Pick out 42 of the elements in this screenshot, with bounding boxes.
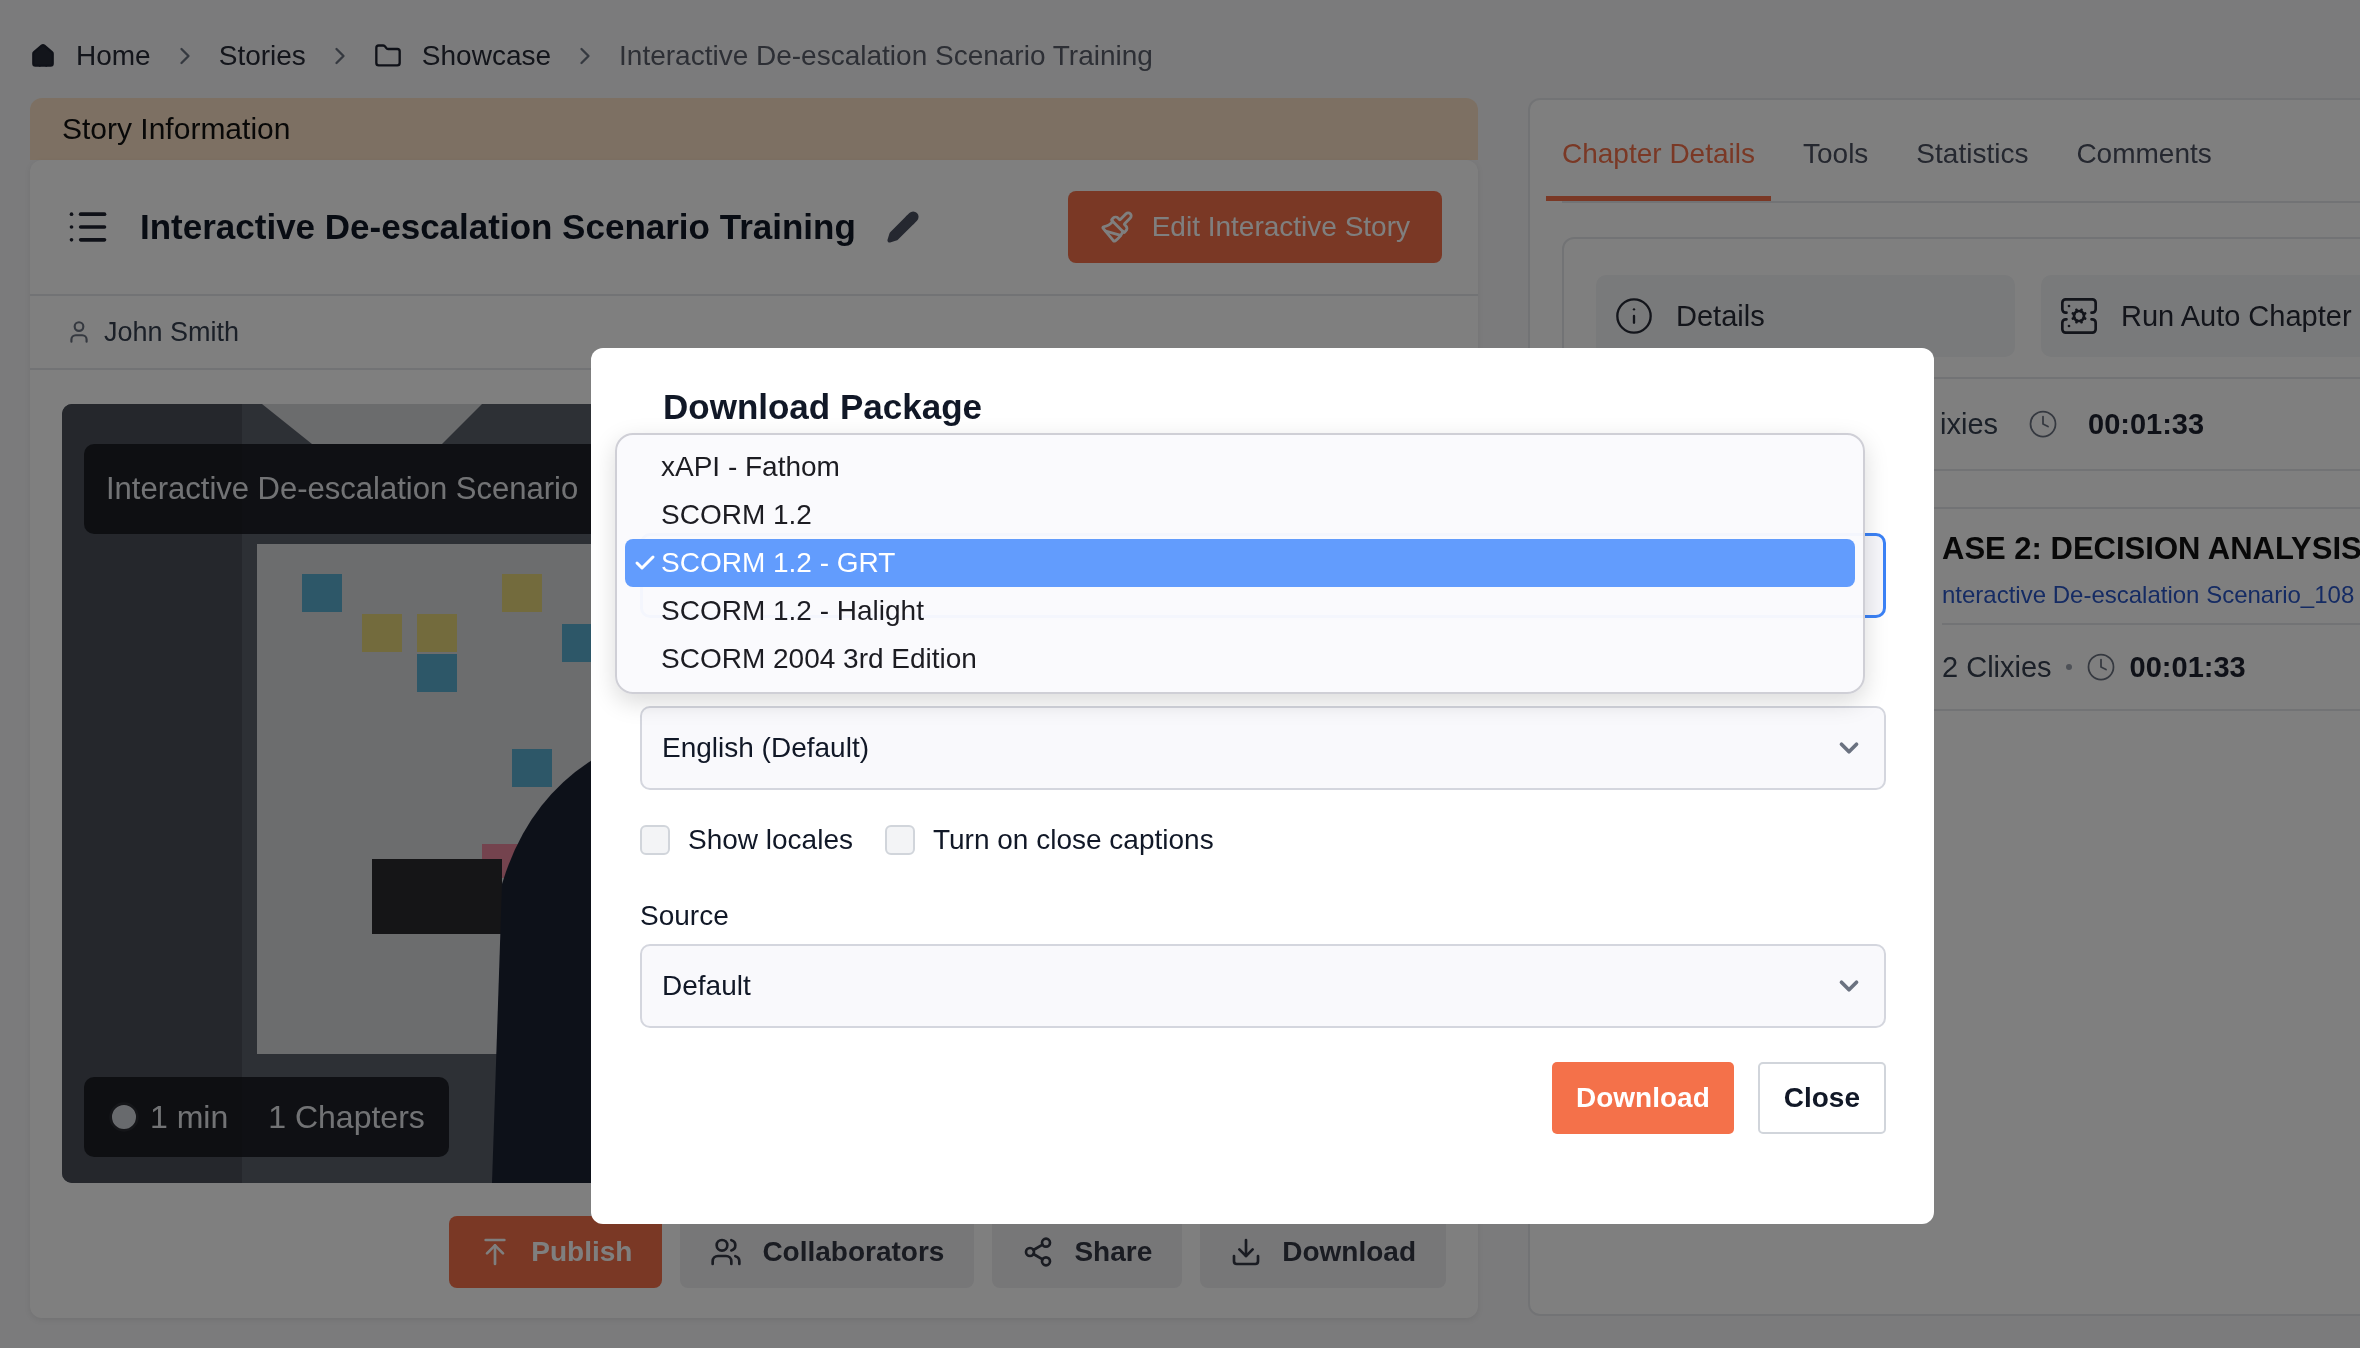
duration-text: 00:01:33 bbox=[2088, 407, 2205, 441]
panel-tab[interactable]: Chapter Details bbox=[1546, 138, 1771, 201]
tool-button[interactable]: Details bbox=[1596, 275, 2015, 357]
section-header: Story Information bbox=[30, 98, 1478, 160]
dropdown-option[interactable]: SCORM 1.2 - GRT bbox=[625, 539, 1855, 587]
field-label: Source bbox=[640, 899, 730, 932]
story-title: Interactive De-escalation Scenario Training bbox=[140, 207, 856, 247]
dialog-button[interactable]: Download bbox=[1552, 1061, 1734, 1134]
chapter-title: ASE 2: DECISION ANALYSIS bbox=[1942, 531, 2360, 567]
checkbox[interactable] bbox=[885, 824, 915, 855]
breadcrumb-link[interactable]: Showcase bbox=[421, 40, 552, 72]
pencil-icon[interactable] bbox=[885, 210, 920, 244]
dropdown-option[interactable]: SCORM 1.2 - Halight bbox=[625, 587, 1855, 635]
folder-icon bbox=[373, 42, 402, 70]
info-icon bbox=[1614, 296, 1654, 336]
tool-button[interactable]: Run Auto Chapter bbox=[2041, 275, 2360, 357]
checkbox[interactable] bbox=[640, 824, 670, 855]
server-icon bbox=[2059, 296, 2099, 336]
checkbox-label: Show locales bbox=[688, 823, 853, 856]
home-icon bbox=[30, 43, 56, 69]
dialog-button[interactable]: Close bbox=[1757, 1061, 1886, 1134]
panel-tab[interactable]: Comments bbox=[2060, 138, 2228, 201]
panel-tab[interactable]: Statistics bbox=[1900, 138, 2045, 201]
panel-tab[interactable]: Tools bbox=[1787, 138, 1885, 201]
checkbox-label: Turn on close captions bbox=[933, 823, 1214, 856]
clixies-count: 2 Clixies bbox=[1942, 650, 2052, 684]
users-icon bbox=[710, 1236, 743, 1268]
action-button[interactable]: Publish bbox=[449, 1216, 663, 1288]
chapters-count: 1 Chapters bbox=[268, 1098, 425, 1136]
clixies-count: ixies bbox=[1940, 407, 1998, 441]
duration-text: 00:01:33 bbox=[2129, 650, 2246, 684]
author-name: John Smith bbox=[104, 316, 240, 348]
paintbrush-icon bbox=[1099, 210, 1134, 244]
dialog-title: Download Package bbox=[663, 388, 983, 427]
dropdown-option[interactable]: SCORM 2004 3rd Edition bbox=[625, 635, 1855, 683]
breadcrumb-link[interactable]: Stories bbox=[218, 40, 306, 72]
edit-story-button[interactable]: Edit Interactive Story bbox=[1067, 191, 1442, 263]
breadcrumb-link[interactable]: Home bbox=[76, 40, 151, 72]
duration-text: 1 min bbox=[150, 1098, 229, 1136]
language-select[interactable]: English (Default) bbox=[640, 705, 1886, 790]
chapter-link[interactable]: nteractive De-escalation Scenario_108 bbox=[1942, 581, 2360, 609]
source-select[interactable]: Default bbox=[640, 943, 1886, 1028]
